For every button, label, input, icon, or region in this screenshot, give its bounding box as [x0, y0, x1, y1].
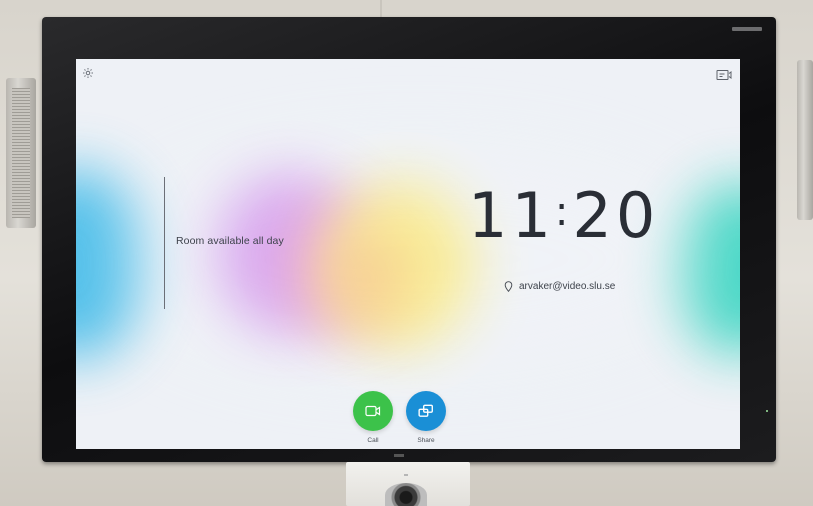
home-screen: Room available all day 11:20 arvaker@vid…	[76, 59, 740, 449]
call-button-circle[interactable]	[353, 391, 393, 431]
share-button-circle[interactable]	[406, 391, 446, 431]
clock: 11:20	[468, 185, 659, 247]
location-pin-icon	[504, 281, 513, 292]
address-text: arvaker@video.slu.se	[519, 281, 616, 292]
gear-icon[interactable]	[82, 67, 94, 79]
left-speaker	[6, 78, 36, 228]
bezel-badge	[732, 27, 762, 31]
brand-mark	[394, 454, 404, 457]
share-screen-icon	[418, 404, 433, 417]
availability-divider	[164, 177, 165, 309]
call-button[interactable]: Call	[353, 391, 393, 444]
call-label: Call	[367, 437, 379, 444]
camera-lens	[385, 483, 427, 506]
room-availability: Room available all day	[176, 235, 284, 247]
share-label: Share	[417, 437, 435, 444]
display-monitor: Room available all day 11:20 arvaker@vid…	[42, 17, 776, 462]
power-led	[766, 410, 768, 412]
clock-hours: 11	[468, 179, 555, 252]
share-button[interactable]: Share	[406, 391, 446, 444]
video-camera-icon	[365, 405, 381, 417]
right-speaker	[797, 60, 813, 220]
system-address: arvaker@video.slu.se	[504, 281, 615, 292]
camera-indicator	[404, 474, 408, 476]
clock-separator: :	[554, 189, 573, 235]
selfview-icon[interactable]	[716, 69, 732, 81]
clock-minutes: 20	[572, 179, 660, 252]
speaker-grille	[12, 88, 30, 218]
